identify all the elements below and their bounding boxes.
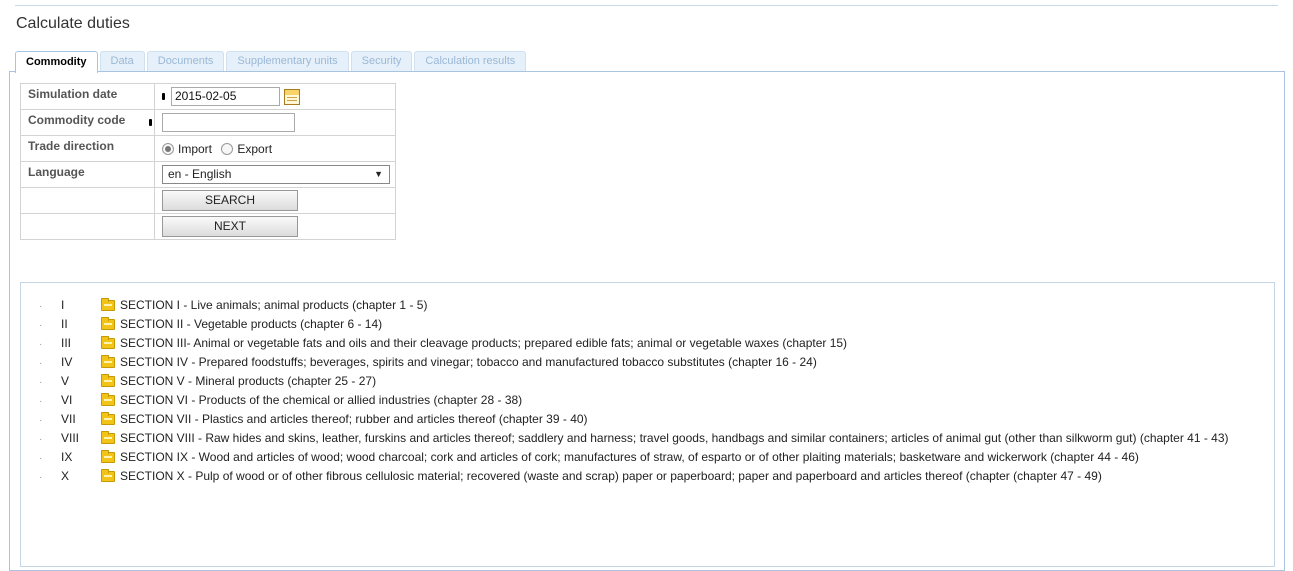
row-language: Language en - English ▼ [20,161,396,188]
folder-icon[interactable] [101,393,115,406]
section-number: V [61,374,70,388]
tree-dot-icon: · [39,396,43,407]
tab-security[interactable]: Security [350,51,413,71]
tree-dot-icon: · [39,453,43,464]
folder-icon[interactable] [101,317,115,330]
section-label[interactable]: SECTION I - Live animals; animal product… [120,299,1274,312]
folder-icon[interactable] [101,412,115,425]
tree-dot-icon: · [39,415,43,426]
tree-item[interactable]: · IV SECTION IV - Prepared foodstuffs; b… [21,355,1274,369]
dropdown-caret-icon: ▼ [374,169,383,179]
folder-icon[interactable] [101,374,115,387]
section-number: VIII [61,431,80,445]
folder-icon[interactable] [101,336,115,349]
required-marker [149,119,152,126]
section-label[interactable]: SECTION II - Vegetable products (chapter… [120,318,1274,331]
commodity-code-input[interactable] [162,113,295,132]
section-number: II [61,317,68,331]
folder-icon[interactable] [101,450,115,463]
tree-dot-icon: · [39,434,43,445]
section-number: IV [61,355,73,369]
section-number: VI [61,393,73,407]
language-select[interactable]: en - English ▼ [162,165,390,184]
folder-icon[interactable] [101,469,115,482]
tree-item[interactable]: · III SECTION III- Animal or vegetable f… [21,336,1274,350]
section-label[interactable]: SECTION VI - Products of the chemical or… [120,394,1274,407]
section-label[interactable]: SECTION V - Mineral products (chapter 25… [120,375,1274,388]
tree-item[interactable]: · I SECTION I - Live animals; animal pro… [21,298,1274,312]
section-number: I [61,298,65,312]
section-label[interactable]: SECTION IV - Prepared foodstuffs; bevera… [120,356,1274,369]
import-radio[interactable] [162,142,174,155]
tab-documents[interactable]: Documents [146,51,225,71]
simulation-date-input[interactable]: 2015-02-05 [171,87,280,106]
section-label[interactable]: SECTION X - Pulp of wood or of other fib… [120,470,1274,483]
tab-bar: Commodity Data Documents Supplementary u… [15,51,528,73]
row-next: NEXT [20,213,396,240]
row-trade-direction: Trade direction Import Export [20,135,396,162]
tree-item[interactable]: · VIII SECTION VIII - Raw hides and skin… [21,431,1274,445]
folder-icon[interactable] [101,298,115,311]
search-button[interactable]: SEARCH [162,190,298,211]
section-label[interactable]: SECTION III- Animal or vegetable fats an… [120,337,1274,350]
import-radio-label[interactable]: Import [178,142,212,156]
page-title: Calculate duties [16,15,130,32]
section-label[interactable]: SECTION VIII - Raw hides and skins, leat… [120,432,1274,445]
tree-dot-icon: · [39,358,43,369]
section-tree: · I SECTION I - Live animals; animal pro… [20,282,1275,567]
tree-item[interactable]: · VI SECTION VI - Products of the chemic… [21,393,1274,407]
section-number: IX [61,450,73,464]
tree-item[interactable]: · II SECTION II - Vegetable products (ch… [21,317,1274,331]
commodity-panel: Simulation date 2015-02-05 Commodity cod… [9,71,1285,571]
tab-supplementary-units[interactable]: Supplementary units [226,51,349,71]
tree-dot-icon: · [39,472,43,483]
row-simulation-date: Simulation date 2015-02-05 [20,83,396,110]
tab-calculation-results[interactable]: Calculation results [414,51,527,71]
tree-item[interactable]: · X SECTION X - Pulp of wood or of other… [21,469,1274,483]
tree-dot-icon: · [39,320,43,331]
tree-item[interactable]: · IX SECTION IX - Wood and articles of w… [21,450,1274,464]
folder-icon[interactable] [101,355,115,368]
commodity-form: Simulation date 2015-02-05 Commodity cod… [20,83,396,240]
calendar-icon[interactable] [284,88,300,105]
tree-dot-icon: · [39,377,43,388]
tree-dot-icon: · [39,339,43,350]
trade-direction-label: Trade direction [20,135,155,162]
tree-item[interactable]: · VII SECTION VII - Plastics and article… [21,412,1274,426]
tree-dot-icon: · [39,301,43,312]
export-radio-label[interactable]: Export [237,142,272,156]
section-number: III [61,336,72,350]
next-button[interactable]: NEXT [162,216,298,237]
tree-item[interactable]: · V SECTION V - Mineral products (chapte… [21,374,1274,388]
language-label: Language [20,161,155,188]
section-number: X [61,469,70,483]
commodity-code-label: Commodity code [20,109,155,136]
section-label[interactable]: SECTION VII - Plastics and articles ther… [120,413,1274,426]
section-number: VII [61,412,76,426]
tab-commodity[interactable]: Commodity [15,51,98,73]
required-marker [162,93,165,100]
export-radio[interactable] [221,142,234,155]
simulation-date-label: Simulation date [20,83,155,110]
row-commodity-code: Commodity code [20,109,396,136]
folder-icon[interactable] [101,431,115,444]
tab-data[interactable]: Data [99,51,145,71]
top-divider [15,5,1278,6]
row-search: SEARCH [20,187,396,214]
section-label[interactable]: SECTION IX - Wood and articles of wood; … [120,451,1274,464]
